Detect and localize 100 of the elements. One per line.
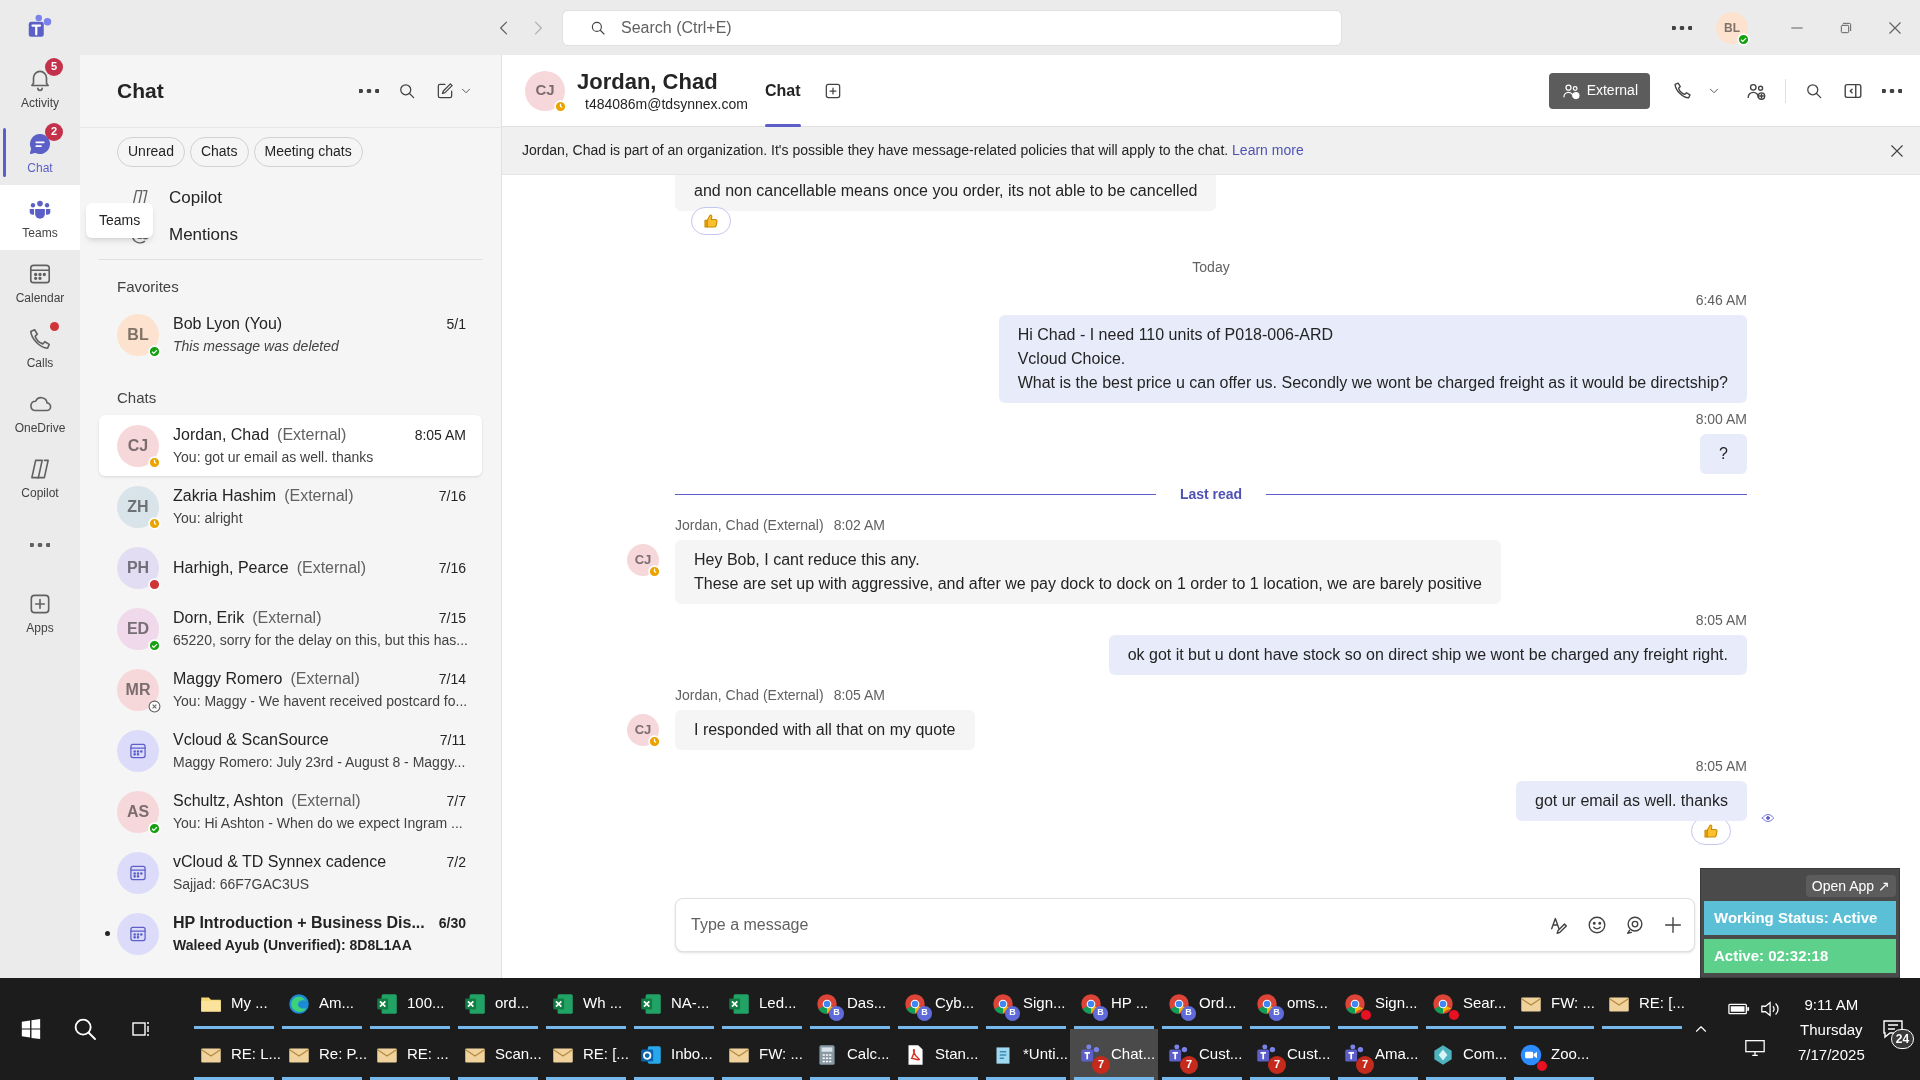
chat-list-item[interactable]: HP Introduction + Business Dis... 6/30 Waleed Ayub (Unverified): 8D8L1AA bbox=[99, 903, 482, 964]
taskbar-button[interactable]: B oms... bbox=[1246, 978, 1334, 1029]
chat-time: 6/30 bbox=[438, 914, 466, 933]
monitor-icon[interactable] bbox=[1744, 1038, 1766, 1058]
taskbar-button[interactable]: FW: ... bbox=[1510, 978, 1598, 1029]
count-badge: 2 bbox=[45, 122, 63, 141]
taskbar-button[interactable]: B Cyb... bbox=[894, 978, 982, 1029]
taskbar-button[interactable]: 7 Ama... bbox=[1334, 1029, 1422, 1080]
chat-list-item[interactable]: ZH Zakria Hashim (External) 7/16 You: alright bbox=[99, 476, 482, 537]
taskbar-button[interactable]: Zoo... bbox=[1510, 1029, 1598, 1080]
more-icon[interactable] bbox=[1882, 88, 1902, 93]
new-chat-icon[interactable] bbox=[435, 81, 455, 101]
message-preview: You: alright bbox=[173, 509, 244, 528]
external-label: (External) bbox=[277, 425, 347, 445]
more-icon[interactable] bbox=[359, 89, 379, 93]
message-bubble: ? bbox=[1700, 434, 1747, 474]
taskbar-button[interactable]: ord... bbox=[454, 978, 542, 1029]
rail-tab[interactable]: OneDrive bbox=[0, 380, 80, 445]
start-icon[interactable] bbox=[20, 1018, 42, 1040]
taskbar-button[interactable]: FW: ... bbox=[718, 1029, 806, 1080]
taskbar-button[interactable]: Inbo... bbox=[630, 1029, 718, 1080]
chat-time: 7/16 bbox=[438, 487, 466, 506]
reaction-pill[interactable] bbox=[691, 207, 731, 235]
filter-chip[interactable]: Chats bbox=[189, 136, 249, 167]
message-time: 8:00 AM bbox=[1695, 410, 1747, 429]
rail-tab[interactable]: Copilot bbox=[0, 445, 80, 510]
taskbar-button[interactable]: Stan... bbox=[894, 1029, 982, 1080]
chat-time: 8:05 AM bbox=[414, 426, 466, 445]
taskbar-button[interactable]: B Ord... bbox=[1158, 978, 1246, 1029]
taskbar-button[interactable]: 7 Chat... bbox=[1070, 1029, 1158, 1080]
count-badge: 7 bbox=[1356, 1055, 1374, 1074]
external-button[interactable]: External bbox=[1548, 72, 1650, 109]
taskbar-button[interactable]: *Unti... bbox=[982, 1029, 1070, 1080]
chat-time: 7/2 bbox=[446, 853, 466, 872]
chat-list-item[interactable]: BL Bob Lyon (You) 5/1 This message was deleted bbox=[99, 304, 482, 365]
taskbar-button[interactable]: RE: ... bbox=[366, 1029, 454, 1080]
taskbar-button[interactable]: Calc... bbox=[806, 1029, 894, 1080]
taskbar-button[interactable]: RE: L... bbox=[190, 1029, 278, 1080]
search-icon[interactable] bbox=[397, 81, 417, 101]
taskbar-button[interactable]: NA-... bbox=[630, 978, 718, 1029]
thumbs-up-icon bbox=[1702, 822, 1720, 840]
chat-list-item[interactable]: CJ Jordan, Chad (External) 8:05 AM You: got ur email as well. thanks bbox=[99, 415, 482, 476]
taskbar-button[interactable]: Am... bbox=[278, 978, 366, 1029]
rail-tab[interactable]: Teams bbox=[0, 185, 80, 250]
taskbar-button[interactable]: Led... bbox=[718, 978, 806, 1029]
taskbar-button[interactable]: Scan... bbox=[454, 1029, 542, 1080]
chat-list-item[interactable]: vCloud & TD Synnex cadence 7/2 Sajjad: 66F7GAC3US bbox=[99, 842, 482, 903]
emoji-icon[interactable] bbox=[1586, 914, 1608, 936]
message-time: 6:46 AM bbox=[1695, 291, 1747, 310]
taskbar-button[interactable]: RE: [... bbox=[542, 1029, 630, 1080]
active-timer-bar: Active: 02:32:18 bbox=[1704, 939, 1896, 973]
avatar: ZH bbox=[117, 485, 159, 528]
taskbar-button[interactable]: B Das... bbox=[806, 978, 894, 1029]
open-app-button[interactable]: Open App ↗ bbox=[1805, 875, 1896, 897]
chat-list-item[interactable]: ED Dorn, Erik (External) 7/15 65220, sorry for the delay on this, but this has... bbox=[99, 598, 482, 659]
rail-tab[interactable]: Apps bbox=[0, 580, 80, 645]
taskbar-button[interactable]: 100... bbox=[366, 978, 454, 1029]
taskbar-button[interactable]: 7 Cust... bbox=[1246, 1029, 1334, 1080]
chat-list-item[interactable]: Vcloud & ScanSource 7/11 Maggy Romero: July 23rd - August 8 - Maggy... bbox=[99, 720, 482, 781]
search-field[interactable]: Search (Ctrl+E) bbox=[562, 9, 1342, 46]
plus-icon[interactable] bbox=[1662, 914, 1684, 936]
taskbar-button[interactable]: My ... bbox=[190, 978, 278, 1029]
chat-time: 7/7 bbox=[446, 792, 466, 811]
chat-name: Zakria Hashim bbox=[173, 486, 277, 506]
avatar: CJ bbox=[627, 714, 659, 746]
learn-more-link[interactable]: Learn more bbox=[1232, 142, 1304, 158]
taskbar-button[interactable]: Sign... bbox=[1334, 978, 1422, 1029]
message-preview: You: got ur email as well. thanks bbox=[173, 448, 375, 467]
chat-name: Schultz, Ashton bbox=[173, 791, 284, 811]
taskbar-button[interactable]: Wh ... bbox=[542, 978, 630, 1029]
filter-chip[interactable]: Unread bbox=[117, 136, 185, 167]
volume-icon[interactable] bbox=[1760, 1000, 1782, 1018]
message-preview: 65220, sorry for the delay on this, but this has... bbox=[173, 631, 466, 650]
count-badge: 7 bbox=[1180, 1055, 1198, 1074]
taskbar-button[interactable]: B HP ... bbox=[1070, 978, 1158, 1029]
taskbar-button[interactable]: Sear... bbox=[1422, 978, 1510, 1029]
chat-list-item[interactable]: AS Schultz, Ashton (External) 7/7 You: Hi Ashton - When do we expect Ingram ... bbox=[99, 781, 482, 842]
message-input[interactable]: Type a message bbox=[675, 898, 1695, 952]
chat-time: 7/16 bbox=[438, 558, 466, 578]
call-icon[interactable] bbox=[1672, 80, 1693, 101]
taskbar-button[interactable]: Com... bbox=[1422, 1029, 1510, 1080]
filter-chip[interactable]: Meeting chats bbox=[253, 136, 363, 167]
input-placeholder: Type a message bbox=[691, 915, 809, 935]
avatar: PH bbox=[117, 546, 159, 589]
message-bubble: Hi Chad - I need 110 units of P018-006-ARD Vcloud Choice. What is the best price u can offer us. Secondly we wont be charged freight as it would be directship? bbox=[998, 315, 1747, 403]
chat-list-item[interactable]: MR Maggy Romero (External) 7/14 You: Maggy - We havent received postcard fo... bbox=[99, 659, 482, 720]
more-icon[interactable] bbox=[1672, 25, 1692, 30]
chat-tab[interactable]: Chat bbox=[757, 54, 809, 127]
rail-tab[interactable]: Calendar bbox=[0, 250, 80, 315]
rail-tab[interactable]: Calls bbox=[0, 315, 80, 380]
taskbar-button[interactable]: RE: [... bbox=[1598, 978, 1686, 1029]
profile-avatar[interactable]: BL bbox=[1716, 11, 1748, 44]
rail-tab[interactable]: 5 Activity bbox=[0, 55, 80, 120]
message-preview: Sajjad: 66F7GAC3US bbox=[173, 875, 311, 894]
chat-list-item[interactable]: PH Harhigh, Pearce (External) 7/16 bbox=[99, 537, 482, 598]
taskbar-button[interactable]: B Sign... bbox=[982, 978, 1070, 1029]
taskbar-clock[interactable]: 9:11 AM Thursday 7/17/2025 bbox=[1798, 991, 1865, 1067]
rail-tab[interactable]: 2 Chat bbox=[0, 120, 80, 185]
taskbar-button[interactable]: 7 Cust... bbox=[1158, 1029, 1246, 1080]
contact-name: Jordan, Chad bbox=[577, 68, 718, 95]
